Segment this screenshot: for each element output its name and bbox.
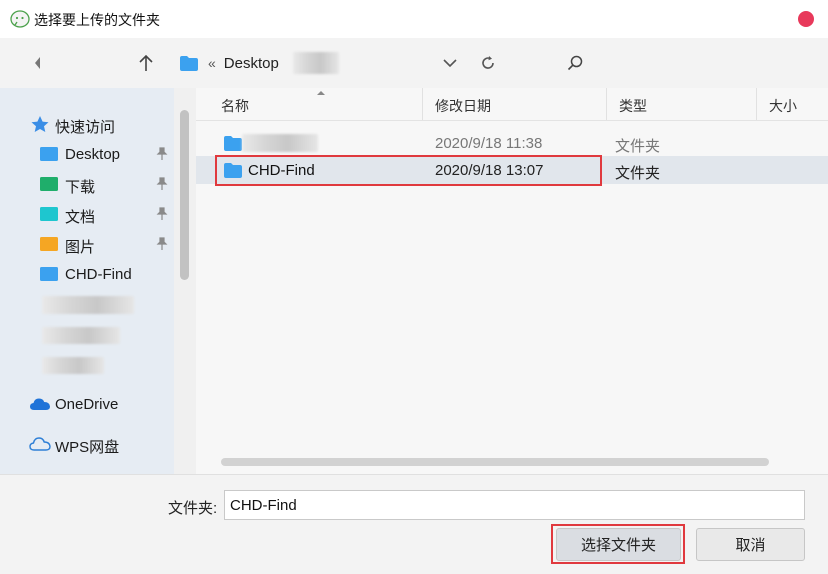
- folder-name-input[interactable]: [224, 490, 805, 520]
- download-folder-icon: [40, 177, 58, 191]
- table-row[interactable]: 2020/9/18 11:38 文件夹: [196, 129, 828, 157]
- scrollbar-thumb[interactable]: [180, 110, 189, 280]
- folder-blue-icon: [40, 147, 58, 161]
- onedrive-cloud-icon: [30, 398, 50, 410]
- file-type: 文件夹: [615, 138, 661, 155]
- window-title: 选择要上传的文件夹: [34, 12, 160, 28]
- address-dropdown-button[interactable]: [437, 50, 463, 76]
- select-folder-button[interactable]: 选择文件夹: [556, 528, 681, 561]
- refresh-button[interactable]: [475, 50, 501, 76]
- sidebar-item-label: 图片: [65, 239, 96, 256]
- sidebar-item-label: 文档: [65, 209, 96, 226]
- sidebar-item-redacted[interactable]: [0, 319, 174, 349]
- chevron-down-icon: [443, 58, 457, 67]
- pin-icon[interactable]: [156, 177, 168, 191]
- navigation-bar: « Desktop: [0, 38, 828, 88]
- file-name: CHD-Find: [248, 162, 315, 179]
- sidebar-item-chd-find[interactable]: CHD-Find: [0, 259, 174, 289]
- search-icon: [567, 55, 583, 71]
- documents-folder-icon: [40, 207, 58, 221]
- file-type: 文件夹: [615, 165, 661, 182]
- pin-icon[interactable]: [156, 237, 168, 251]
- column-header-name[interactable]: 名称: [209, 88, 423, 120]
- table-row-selected[interactable]: CHD-Find 2020/9/18 13:07 文件夹: [196, 156, 828, 184]
- redacted-label: [42, 327, 120, 344]
- navigation-pane: 快速访问 Desktop 下载 文档 图片 CHD-Find OneDrive …: [0, 88, 174, 474]
- redacted-breadcrumb: [292, 52, 339, 74]
- sidebar-item-documents[interactable]: 文档: [0, 199, 174, 229]
- redacted-label: [42, 296, 134, 314]
- breadcrumb-separator: «: [208, 55, 216, 71]
- pictures-folder-icon: [40, 237, 58, 251]
- sidebar-item-downloads[interactable]: 下载: [0, 169, 174, 199]
- sidebar-item-label: 下载: [65, 179, 96, 196]
- sidebar-item-onedrive[interactable]: OneDrive: [0, 389, 174, 419]
- sidebar-item-label: WPS网盘: [55, 439, 120, 456]
- sidebar-item-label: CHD-Find: [65, 266, 132, 283]
- refresh-icon: [482, 56, 494, 69]
- sidebar-item-pictures[interactable]: 图片: [0, 229, 174, 259]
- file-modified-date: 2020/9/18 13:07: [435, 162, 544, 179]
- cancel-button[interactable]: 取消: [696, 528, 805, 561]
- sidebar-item-redacted[interactable]: [0, 349, 174, 379]
- folder-field-label: 文件夹:: [168, 500, 218, 517]
- sidebar-item-label: 快速访问: [55, 119, 116, 136]
- wps-cloud-icon: [29, 437, 51, 451]
- title-bar: 选择要上传的文件夹: [0, 0, 828, 38]
- folder-blue-icon: [224, 136, 242, 151]
- star-icon: [31, 116, 49, 132]
- horizontal-scrollbar[interactable]: [221, 458, 769, 466]
- sidebar-item-quick-access[interactable]: 快速访问: [0, 109, 174, 139]
- sidebar-item-label: OneDrive: [55, 396, 119, 413]
- folder-blue-icon: [224, 163, 242, 178]
- sidebar-item-redacted[interactable]: [0, 289, 174, 319]
- column-header-modified[interactable]: 修改日期: [423, 88, 607, 120]
- column-header-type[interactable]: 类型: [607, 88, 757, 120]
- folder-blue-icon: [180, 55, 198, 71]
- close-button[interactable]: [798, 11, 814, 27]
- sidebar-item-label: Desktop: [65, 146, 121, 163]
- file-list: 名称 修改日期 类型 大小 2020/9/18 11:38 文件夹 CHD-Fi…: [196, 88, 828, 474]
- breadcrumb-desktop[interactable]: Desktop: [224, 55, 279, 72]
- redacted-label: [42, 357, 104, 374]
- sidebar-item-wps-cloud[interactable]: WPS网盘: [0, 429, 174, 459]
- arrow-up-icon: [139, 54, 153, 71]
- dialog-footer: 文件夹: 选择文件夹 取消: [0, 474, 828, 574]
- wechat-app-icon: [10, 10, 30, 28]
- chevron-left-icon: [35, 57, 40, 69]
- sidebar-item-desktop[interactable]: Desktop: [0, 139, 174, 169]
- pin-icon[interactable]: [156, 207, 168, 221]
- redacted-file-name: [242, 134, 318, 152]
- back-button[interactable]: [25, 50, 51, 76]
- search-button[interactable]: [562, 50, 588, 76]
- folder-blue-icon: [40, 267, 58, 281]
- header-divider: [196, 120, 828, 121]
- sidebar-scrollbar[interactable]: [174, 88, 196, 474]
- up-button[interactable]: [133, 50, 159, 76]
- column-header-size[interactable]: 大小: [757, 88, 828, 120]
- file-modified-date: 2020/9/18 11:38: [435, 135, 543, 152]
- pin-icon[interactable]: [156, 147, 168, 161]
